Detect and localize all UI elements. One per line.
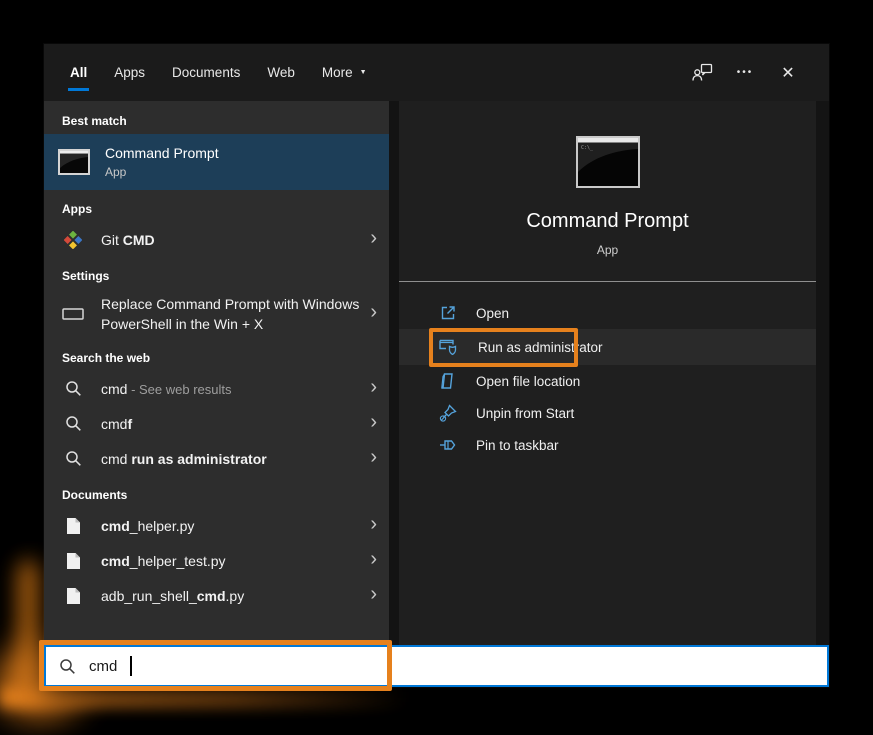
document-icon	[66, 517, 81, 535]
search-icon	[65, 415, 82, 432]
web-suggestion-cmd-run-as-administrator[interactable]: cmd run as administrator ›	[44, 441, 389, 476]
chevron-right-icon: ›	[370, 517, 377, 535]
section-header-documents: Documents	[44, 476, 389, 508]
tab-apps[interactable]: Apps	[102, 44, 157, 101]
pin-icon	[439, 436, 457, 454]
folder-location-icon	[439, 372, 457, 390]
chevron-right-icon: ›	[370, 231, 377, 249]
chevron-down-icon: ▼	[360, 69, 367, 76]
action-unpin-from-start[interactable]: Unpin from Start	[399, 397, 816, 429]
unpin-icon	[439, 404, 457, 422]
svg-text:C:\_: C:\_	[581, 145, 594, 151]
setting-label: Replace Command Prompt with Windows Powe…	[101, 294, 370, 334]
search-input[interactable]: cmd	[44, 645, 829, 687]
tab-web[interactable]: Web	[255, 44, 307, 101]
preview-app-subtitle: App	[399, 243, 816, 257]
tab-more[interactable]: More ▼	[310, 44, 379, 101]
web-suggestion-cmdf[interactable]: cmdf ›	[44, 406, 389, 441]
action-pin-to-taskbar[interactable]: Pin to taskbar	[399, 429, 816, 461]
doc-cmd-helper-test[interactable]: cmd_helper_test.py ›	[44, 543, 389, 578]
annotation-glow	[0, 687, 425, 707]
result-replace-cmd-powershell[interactable]: Replace Command Prompt with Windows Powe…	[44, 289, 389, 339]
best-match-title: Command Prompt	[105, 145, 219, 161]
setting-window-icon	[62, 306, 84, 322]
document-icon	[66, 552, 81, 570]
best-match-subtitle: App	[105, 165, 219, 179]
web-suggestion-cmd[interactable]: cmd - See web results ›	[44, 371, 389, 406]
filter-tabbar: All Apps Documents Web More ▼ ••• ✕	[44, 44, 829, 101]
search-icon	[65, 380, 82, 397]
document-icon	[66, 587, 81, 605]
tab-all[interactable]: All	[58, 44, 99, 101]
best-match-row-command-prompt[interactable]: Command Prompt App	[44, 134, 389, 190]
preview-app-title: Command Prompt	[399, 210, 816, 233]
section-header-apps: Apps	[44, 190, 389, 222]
chevron-right-icon: ›	[370, 552, 377, 570]
git-icon	[64, 231, 82, 249]
action-open[interactable]: Open	[399, 297, 816, 329]
run-as-admin-shield-icon	[439, 338, 459, 356]
feedback-icon	[692, 63, 713, 82]
section-header-settings: Settings	[44, 257, 389, 289]
doc-adb-run-shell-cmd[interactable]: adb_run_shell_cmd.py ›	[44, 578, 389, 613]
close-icon: ✕	[781, 63, 794, 83]
section-header-best-match: Best match	[44, 101, 389, 134]
chevron-right-icon: ›	[370, 380, 377, 398]
command-prompt-icon	[58, 149, 90, 175]
results-list-panel: Best match Command Prompt App Apps	[44, 101, 389, 645]
chevron-right-icon: ›	[370, 587, 377, 605]
result-git-cmd[interactable]: Git CMD ›	[44, 222, 389, 257]
preview-divider	[399, 281, 816, 282]
results-area: Best match Command Prompt App Apps	[44, 101, 829, 645]
close-button[interactable]: ✕	[773, 58, 803, 88]
search-flyout-window: All Apps Documents Web More ▼ ••• ✕	[44, 44, 829, 687]
preview-panel: C:\_ Command Prompt App Open	[399, 101, 829, 645]
more-options-button[interactable]: •••	[730, 58, 760, 88]
search-icon	[65, 450, 82, 467]
text-cursor	[130, 656, 132, 676]
open-icon	[439, 304, 457, 322]
chevron-right-icon: ›	[370, 305, 377, 323]
screenshot-canvas: All Apps Documents Web More ▼ ••• ✕	[0, 0, 873, 735]
feedback-button[interactable]	[687, 58, 717, 88]
command-prompt-large-icon: C:\_	[576, 136, 640, 188]
chevron-right-icon: ›	[370, 450, 377, 468]
section-header-search-the-web: Search the web	[44, 339, 389, 371]
action-open-file-location[interactable]: Open file location	[399, 365, 816, 397]
doc-cmd-helper[interactable]: cmd_helper.py ›	[44, 508, 389, 543]
search-query-text: cmd	[89, 658, 117, 675]
action-run-as-administrator[interactable]: Run as administrator	[399, 329, 816, 365]
search-icon	[59, 658, 76, 675]
tab-documents[interactable]: Documents	[160, 44, 252, 101]
context-actions: Open Run as administrator	[399, 297, 816, 461]
ellipsis-icon: •••	[737, 67, 754, 78]
chevron-right-icon: ›	[370, 415, 377, 433]
panel-divider	[389, 101, 399, 645]
